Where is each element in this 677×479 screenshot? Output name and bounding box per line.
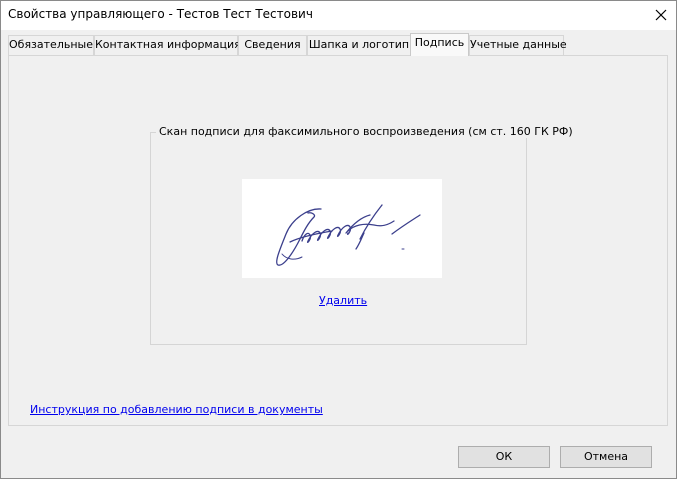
dialog-window: Свойства управляющего - Тестов Тест Тест… [0, 0, 677, 479]
tab-header-logo[interactable]: Шапка и логотип [307, 35, 411, 55]
signature-instructions-link[interactable]: Инструкция по добавлению подписи в докум… [30, 403, 323, 416]
tab-credentials[interactable]: Учетные данные [469, 35, 567, 55]
cancel-button[interactable]: Отмена [560, 446, 652, 468]
signature-drawing [276, 204, 421, 266]
tab-signature[interactable]: Подпись [410, 33, 469, 56]
ok-button[interactable]: ОК [458, 446, 550, 468]
signature-image [242, 179, 442, 278]
close-icon [655, 9, 667, 21]
tab-strip: Обязательные Контактная информация Сведе… [8, 33, 668, 56]
signature-scan-group: Скан подписи для факсимильного воспроизв… [150, 125, 576, 345]
tab-required[interactable]: Обязательные [8, 35, 94, 55]
delete-signature-link[interactable]: Удалить [319, 294, 367, 307]
tab-panel-signature: Скан подписи для факсимильного воспроизв… [8, 55, 668, 426]
window-title: Свойства управляющего - Тестов Тест Тест… [8, 7, 313, 21]
tab-details[interactable]: Сведения [238, 35, 307, 55]
tab-contact-info[interactable]: Контактная информация [94, 35, 241, 55]
signature-group-legend: Скан подписи для факсимильного воспроизв… [156, 125, 576, 138]
close-button[interactable] [647, 1, 676, 30]
title-bar: Свойства управляющего - Тестов Тест Тест… [1, 1, 676, 30]
